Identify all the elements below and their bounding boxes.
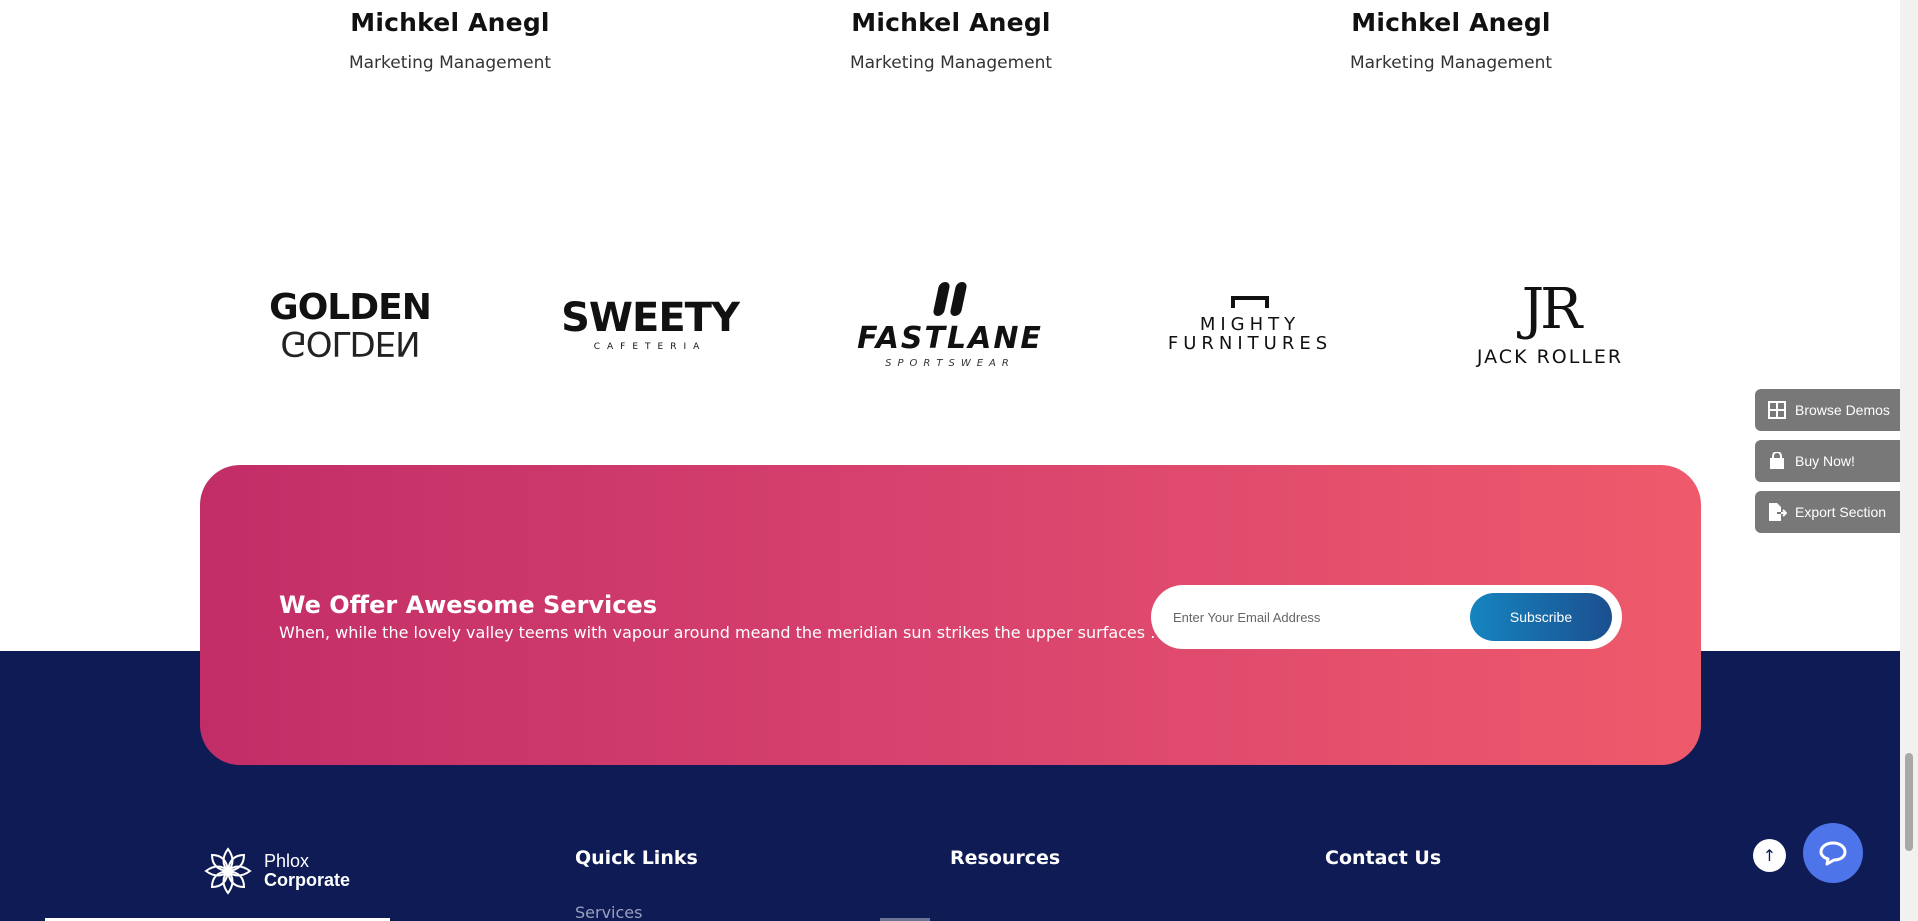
scrollbar-thumb[interactable] — [1905, 753, 1913, 851]
contact-title: Contact Us — [1325, 847, 1442, 869]
jack-roller-mark: JR — [1521, 277, 1583, 342]
fastlane-logo-text: FASTLANE — [857, 320, 1043, 356]
brand-line2: Corporate — [264, 870, 351, 890]
page: Michkel Anegl Marketing Management Michk… — [0, 0, 1918, 921]
page-scrollbar[interactable] — [1900, 0, 1918, 921]
mighty-furnitures-logo[interactable]: MIGHTY FURNITURES — [1167, 275, 1333, 375]
golden-logo[interactable]: GOLDEN GOLDEN — [269, 275, 432, 375]
sweety-logo-sub: CAFETERIA — [593, 342, 707, 352]
buy-now-button[interactable]: Buy Now! — [1755, 440, 1900, 482]
sweety-logo[interactable]: SWEETY CAFETERIA — [561, 275, 740, 375]
resources-title: Resources — [950, 847, 1061, 869]
client-logos: GOLDEN GOLDEN SWEETY CAFETERIA FASTLANE … — [0, 275, 1900, 375]
golden-logo-mirror: GOLDEN — [280, 323, 420, 363]
member-name: Michkel Anegl — [1351, 8, 1551, 37]
browse-demos-label: Browse Demos — [1795, 402, 1890, 418]
member-name: Michkel Anegl — [851, 8, 1051, 37]
export-file-icon — [1767, 502, 1787, 522]
sweety-logo-text: SWEETY — [561, 295, 740, 341]
team-member: Michkel Anegl Marketing Management — [1291, 8, 1611, 73]
jack-roller-name: JACK ROLLER — [1476, 346, 1624, 368]
jack-roller-logo[interactable]: JR JACK ROLLER — [1470, 275, 1630, 375]
side-menu: Browse Demos Buy Now! Export Section — [1755, 389, 1900, 542]
export-section-button[interactable]: Export Section — [1755, 491, 1900, 533]
team-member: Michkel Anegl Marketing Management — [791, 8, 1111, 73]
mighty-logo-line2: FURNITURES — [1167, 333, 1333, 354]
browse-demos-button[interactable]: Browse Demos — [1755, 389, 1900, 431]
arrow-up-icon: ↑ — [1762, 846, 1777, 865]
flower-logo-icon — [204, 847, 252, 895]
fastlane-logo[interactable]: FASTLANE SPORTSWEAR — [857, 275, 1041, 375]
member-role: Marketing Management — [849, 53, 1053, 73]
footer-brand[interactable]: Phlox Corporate — [200, 843, 350, 899]
team-section: Michkel Anegl Marketing Management Michk… — [0, 0, 1900, 120]
export-section-label: Export Section — [1795, 504, 1887, 520]
fastlane-logo-sub: SPORTSWEAR — [885, 357, 1015, 369]
subscribe-form: Subscribe — [1151, 585, 1622, 649]
brand-line1: Phlox — [264, 851, 310, 872]
chat-bubble-icon — [1819, 841, 1847, 866]
chat-button[interactable] — [1803, 823, 1863, 883]
member-role: Marketing Management — [348, 53, 552, 73]
member-name: Michkel Anegl — [350, 8, 550, 37]
shopping-bag-icon — [1767, 451, 1787, 471]
footer-link-services[interactable]: Services — [575, 903, 642, 921]
newsletter-title: We Offer Awesome Services — [279, 591, 658, 619]
subscribe-button[interactable]: Subscribe — [1470, 593, 1612, 641]
email-input[interactable] — [1173, 585, 1473, 649]
buy-now-label: Buy Now! — [1795, 453, 1855, 469]
newsletter-text: When, while the lovely valley teems with… — [279, 623, 1156, 642]
brand-name: Phlox Corporate — [264, 852, 350, 890]
quick-links-title: Quick Links — [575, 847, 698, 869]
team-member: Michkel Anegl Marketing Management — [290, 8, 610, 73]
newsletter-banner: We Offer Awesome Services When, while th… — [200, 465, 1701, 765]
bed-icon — [1231, 296, 1269, 309]
member-role: Marketing Management — [1349, 53, 1553, 73]
golden-logo-text: GOLDEN — [269, 287, 432, 328]
grid-icon — [1767, 400, 1787, 420]
fastlane-mark-icon — [932, 281, 968, 316]
scroll-to-top-button[interactable]: ↑ — [1753, 839, 1786, 872]
